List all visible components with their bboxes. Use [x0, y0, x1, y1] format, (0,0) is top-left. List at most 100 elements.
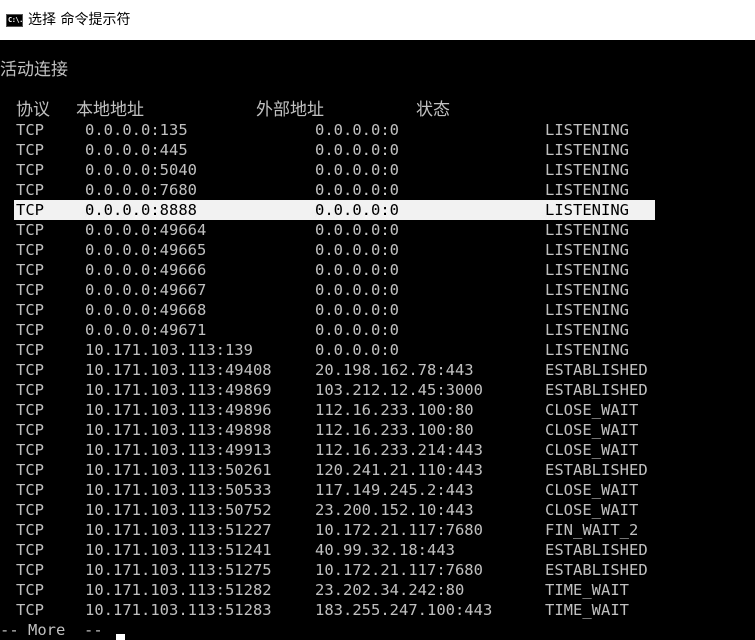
- local-address-cell: 0.0.0.0:445: [85, 141, 188, 159]
- local-address-cell: 10.171.103.113:51241: [85, 541, 272, 559]
- connection-row[interactable]: TCP 10.171.103.113:51282 23.202.34.242:80 T…: [0, 580, 755, 600]
- connection-row[interactable]: TCP 10.171.103.113:139 0.0.0.0:0 LISTENING: [0, 340, 755, 360]
- foreign-address-cell: 117.149.245.2:443: [315, 481, 474, 499]
- foreign-address-cell: 120.241.21.110:443: [315, 461, 483, 479]
- foreign-address-cell: 23.202.34.242:80: [315, 581, 465, 599]
- protocol-cell: TCP: [16, 281, 44, 299]
- foreign-address-cell: 112.16.233.214:443: [315, 441, 483, 459]
- connection-row[interactable]: TCP 0.0.0.0:445 0.0.0.0:0 LISTENING: [0, 140, 755, 160]
- foreign-address-cell: 0.0.0.0:0: [315, 121, 399, 139]
- connection-row[interactable]: TCP 0.0.0.0:49668 0.0.0.0:0 LISTENING: [0, 300, 755, 320]
- protocol-cell: TCP: [16, 501, 44, 519]
- protocol-cell: TCP: [16, 161, 44, 179]
- connection-row[interactable]: TCP 0.0.0.0:49667 0.0.0.0:0 LISTENING: [0, 280, 755, 300]
- connection-row[interactable]: TCP 0.0.0.0:5040 0.0.0.0:0 LISTENING: [0, 160, 755, 180]
- connection-row-selected[interactable]: TCP 0.0.0.0:8888 0.0.0.0:0 LISTENING: [0, 200, 755, 220]
- state-cell: LISTENING: [545, 141, 629, 159]
- connection-row[interactable]: TCP 10.171.103.113:51227 10.172.21.117:768…: [0, 520, 755, 540]
- foreign-address-cell: 40.99.32.18:443: [315, 541, 455, 559]
- state-cell: CLOSE_WAIT: [545, 441, 639, 459]
- state-cell: LISTENING: [545, 301, 629, 319]
- foreign-address-cell: 112.16.233.100:80: [315, 421, 474, 439]
- protocol-cell: TCP: [16, 401, 44, 419]
- protocol-cell: TCP: [16, 461, 44, 479]
- connection-row[interactable]: TCP 10.171.103.113:49869 103.212.12.45:300…: [0, 380, 755, 400]
- protocol-cell: TCP: [16, 261, 44, 279]
- connection-row[interactable]: TCP 10.171.103.113:51275 10.172.21.117:768…: [0, 560, 755, 580]
- state-cell: TIME_WAIT: [545, 581, 629, 599]
- foreign-address-cell: 10.172.21.117:7680: [315, 521, 483, 539]
- column-header-foreign-address: 外部地址: [256, 100, 324, 120]
- state-cell: ESTABLISHED: [545, 541, 648, 559]
- connection-row[interactable]: TCP 10.171.103.113:49913 112.16.233.214:44…: [0, 440, 755, 460]
- local-address-cell: 10.171.103.113:50533: [85, 481, 272, 499]
- local-address-cell: 0.0.0.0:49671: [85, 321, 207, 339]
- state-cell: CLOSE_WAIT: [545, 481, 639, 499]
- local-address-cell: 0.0.0.0:135: [85, 121, 188, 139]
- state-cell: LISTENING: [545, 161, 629, 179]
- local-address-cell: 0.0.0.0:49666: [85, 261, 207, 279]
- title-bar[interactable]: C:\. 选择 命令提示符: [0, 0, 755, 40]
- protocol-cell: TCP: [16, 381, 44, 399]
- state-cell: LISTENING: [545, 341, 629, 359]
- console-output[interactable]: 活动连接 协议 本地地址 外部地址 状态 TCP 0.0.0.0:135 0.0.0…: [0, 40, 755, 640]
- column-header-row: 协议 本地地址 外部地址 状态: [0, 99, 755, 121]
- local-address-cell: 10.171.103.113:50261: [85, 461, 272, 479]
- protocol-cell: TCP: [16, 441, 44, 459]
- connection-row[interactable]: TCP 10.171.103.113:51283 183.255.247.100:4…: [0, 600, 755, 620]
- cmd-app-icon[interactable]: C:\.: [6, 14, 23, 27]
- protocol-cell: TCP: [16, 561, 44, 579]
- connection-row[interactable]: TCP 10.171.103.113:49408 20.198.162.78:443…: [0, 360, 755, 380]
- column-header-proto: 协议: [16, 100, 50, 120]
- connection-row[interactable]: TCP 10.171.103.113:50533 117.149.245.2:443…: [0, 480, 755, 500]
- local-address-cell: 10.171.103.113:49896: [85, 401, 272, 419]
- protocol-cell: TCP: [16, 481, 44, 499]
- protocol-cell: TCP: [16, 321, 44, 339]
- more-prompt: -- More --: [0, 621, 103, 639]
- connection-row[interactable]: TCP 0.0.0.0:135 0.0.0.0:0 LISTENING: [0, 120, 755, 140]
- connection-row[interactable]: TCP 0.0.0.0:49665 0.0.0.0:0 LISTENING: [0, 240, 755, 260]
- state-cell: ESTABLISHED: [545, 561, 648, 579]
- connection-list: TCP 0.0.0.0:135 0.0.0.0:0 LISTENING TCP 0.0.0…: [0, 120, 755, 620]
- state-cell: LISTENING: [545, 321, 629, 339]
- foreign-address-cell: 0.0.0.0:0: [315, 181, 399, 199]
- connection-row[interactable]: TCP 0.0.0.0:7680 0.0.0.0:0 LISTENING: [0, 180, 755, 200]
- connection-row[interactable]: TCP 10.171.103.113:50752 23.200.152.10:443…: [0, 500, 755, 520]
- protocol-cell: TCP: [16, 361, 44, 379]
- local-address-cell: 0.0.0.0:5040: [85, 161, 197, 179]
- state-cell: ESTABLISHED: [545, 381, 648, 399]
- protocol-cell: TCP: [16, 121, 44, 139]
- protocol-cell: TCP: [16, 341, 44, 359]
- foreign-address-cell: 112.16.233.100:80: [315, 401, 474, 419]
- protocol-cell: TCP: [16, 581, 44, 599]
- local-address-cell: 0.0.0.0:49664: [85, 221, 207, 239]
- local-address-cell: 10.171.103.113:50752: [85, 501, 272, 519]
- connection-row[interactable]: TCP 10.171.103.113:51241 40.99.32.18:443 ES…: [0, 540, 755, 560]
- local-address-cell: 10.171.103.113:49898: [85, 421, 272, 439]
- cmd-icon-glyph: C:\.: [8, 16, 23, 24]
- local-address-cell: 10.171.103.113:49408: [85, 361, 272, 379]
- state-cell: LISTENING: [545, 121, 629, 139]
- protocol-cell: TCP: [16, 421, 44, 439]
- state-cell: ESTABLISHED: [545, 461, 648, 479]
- connection-row[interactable]: TCP 10.171.103.113:49896 112.16.233.100:80…: [0, 400, 755, 420]
- state-cell: LISTENING: [545, 221, 629, 239]
- connection-row[interactable]: TCP 10.171.103.113:50261 120.241.21.110:44…: [0, 460, 755, 480]
- connection-row[interactable]: TCP 0.0.0.0:49666 0.0.0.0:0 LISTENING: [0, 260, 755, 280]
- local-address-cell: 10.171.103.113:51283: [85, 601, 272, 619]
- protocol-cell: TCP: [16, 601, 44, 619]
- connection-row[interactable]: TCP 0.0.0.0:49671 0.0.0.0:0 LISTENING: [0, 320, 755, 340]
- foreign-address-cell: 10.172.21.117:7680: [315, 561, 483, 579]
- local-address-cell: 10.171.103.113:51282: [85, 581, 272, 599]
- foreign-address-cell: 0.0.0.0:0: [315, 261, 399, 279]
- state-cell: ESTABLISHED: [545, 361, 648, 379]
- foreign-address-cell: 0.0.0.0:0: [315, 201, 399, 219]
- foreign-address-cell: 20.198.162.78:443: [315, 361, 474, 379]
- connection-row[interactable]: TCP 0.0.0.0:49664 0.0.0.0:0 LISTENING: [0, 220, 755, 240]
- protocol-cell: TCP: [16, 521, 44, 539]
- protocol-cell: TCP: [16, 241, 44, 259]
- state-cell: FIN_WAIT_2: [545, 521, 639, 539]
- local-address-cell: 10.171.103.113:51275: [85, 561, 272, 579]
- protocol-cell: TCP: [16, 301, 44, 319]
- connection-row[interactable]: TCP 10.171.103.113:49898 112.16.233.100:80…: [0, 420, 755, 440]
